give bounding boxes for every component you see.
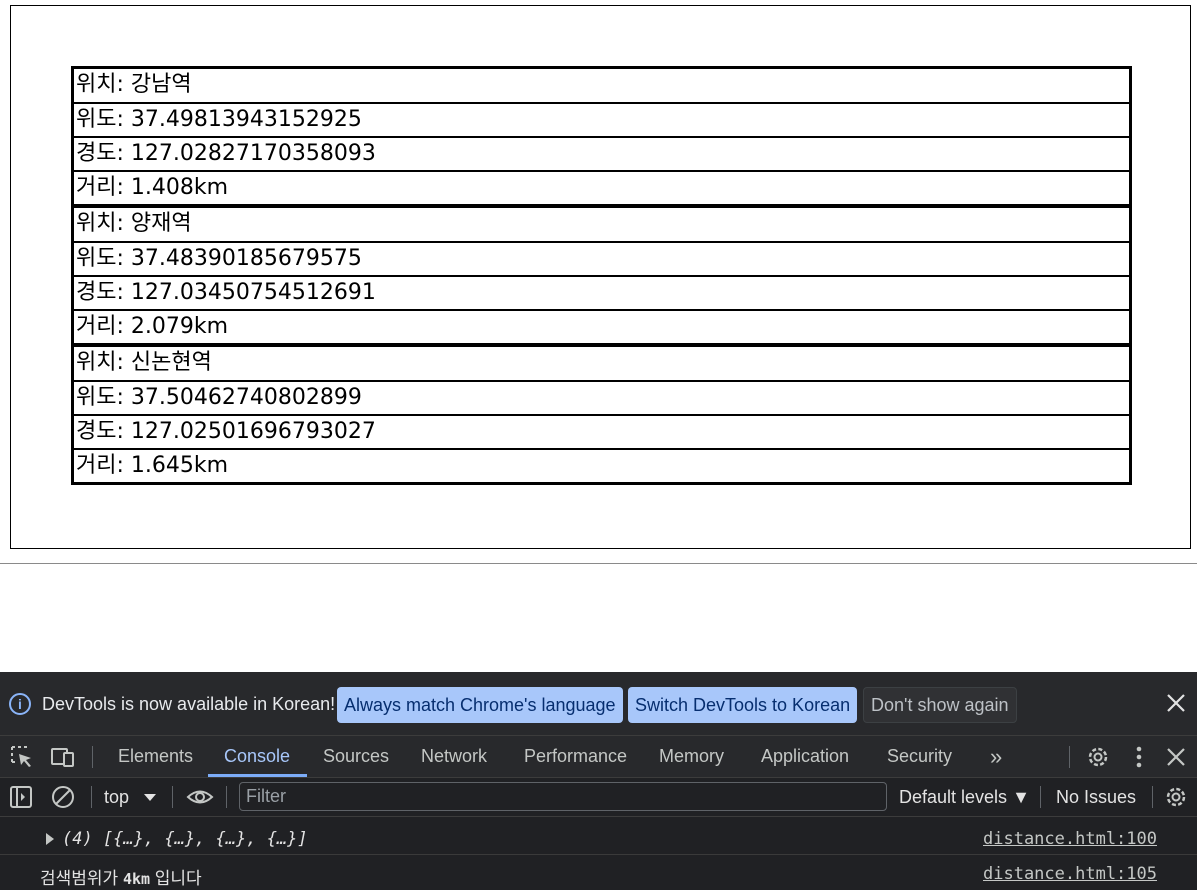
info-icon: i <box>9 693 31 715</box>
station-list: 위치: 강남역 위도: 37.49813943152925 경도: 127.02… <box>71 66 1132 485</box>
log-text-prefix: 검색범위가 <box>40 869 123 888</box>
tabbar-separator <box>92 746 93 768</box>
station-block: 위치: 양재역 위도: 37.48390185679575 경도: 127.03… <box>74 204 1129 343</box>
console-array-preview[interactable]: (4) [{…}, {…}, {…}, {…}] <box>62 829 308 849</box>
device-toggle-icon[interactable] <box>50 744 76 770</box>
toolbar-separator <box>91 786 92 808</box>
source-link[interactable]: distance.html:100 <box>983 829 1157 849</box>
station-longitude: 경도: 127.02501696793027 <box>74 414 1129 448</box>
dropdown-arrow-icon[interactable] <box>141 784 159 810</box>
close-icon[interactable] <box>1163 690 1189 716</box>
tabbar-separator <box>1069 746 1070 768</box>
log-levels-dropdown[interactable]: Default levels ▼ <box>899 787 1030 808</box>
always-match-language-button[interactable]: Always match Chrome's language <box>337 687 623 723</box>
console-message: (4) [{…}, {…}, {…}, {…}] distance.html:1… <box>0 821 1197 855</box>
toolbar-separator <box>226 786 227 808</box>
toolbar-separator <box>172 786 173 808</box>
station-latitude: 위도: 37.48390185679575 <box>74 241 1129 275</box>
station-distance: 거리: 2.079km <box>74 309 1129 343</box>
station-location: 위치: 양재역 <box>76 211 192 236</box>
console-settings-icon[interactable] <box>1163 784 1189 810</box>
active-tab-indicator <box>208 774 307 777</box>
source-link[interactable]: distance.html:105 <box>983 864 1157 884</box>
dont-show-again-button[interactable]: Don't show again <box>863 687 1017 723</box>
station-block: 위치: 강남역 위도: 37.49813943152925 경도: 127.02… <box>74 69 1129 204</box>
switch-to-korean-button[interactable]: Switch DevTools to Korean <box>628 687 858 723</box>
station-block: 위치: 신논현역 위도: 37.50462740802899 경도: 127.0… <box>74 343 1129 482</box>
toolbar-separator <box>1040 786 1041 808</box>
console-message: 검색범위가 4km 입니다 distance.html:105 <box>0 856 1197 890</box>
station-longitude: 경도: 127.02827170358093 <box>74 136 1129 170</box>
toolbar-separator <box>1152 786 1153 808</box>
devtools-resize-divider[interactable] <box>0 563 1197 564</box>
log-text-suffix: 입니다 <box>150 869 202 888</box>
dropdown-arrow-icon: ▼ <box>1012 787 1030 807</box>
tab-console[interactable]: Console <box>224 736 290 777</box>
devtools-panel: i DevTools is now available in Korean! A… <box>0 672 1197 890</box>
issues-counter[interactable]: No Issues <box>1056 787 1136 808</box>
sidebar-toggle-icon[interactable] <box>8 784 34 810</box>
filter-input[interactable] <box>239 782 887 811</box>
more-vert-icon[interactable] <box>1126 744 1152 770</box>
console-log-text: 검색범위가 4km 입니다 <box>40 864 202 889</box>
tab-network[interactable]: Network <box>421 736 487 777</box>
station-distance: 거리: 1.408km <box>74 170 1129 204</box>
station-latitude: 위도: 37.49813943152925 <box>74 102 1129 136</box>
context-selector[interactable]: top <box>104 787 129 808</box>
station-location: 위치: 강남역 <box>76 72 192 97</box>
devtools-tabbar: Elements Console Sources Network Perform… <box>0 736 1197 778</box>
tab-memory[interactable]: Memory <box>659 736 724 777</box>
tab-elements[interactable]: Elements <box>118 736 193 777</box>
station-latitude: 위도: 37.50462740802899 <box>74 380 1129 414</box>
clear-console-icon[interactable] <box>50 784 76 810</box>
tab-security[interactable]: Security <box>887 736 952 777</box>
tab-performance[interactable]: Performance <box>524 736 627 777</box>
eye-icon[interactable] <box>186 784 214 810</box>
tab-sources[interactable]: Sources <box>323 736 389 777</box>
console-toolbar: top Default levels ▼ No Issues <box>0 778 1197 817</box>
log-levels-label: Default levels <box>899 787 1008 807</box>
more-tabs-button[interactable]: » <box>990 736 1002 777</box>
language-infobar: i DevTools is now available in Korean! A… <box>0 672 1197 736</box>
station-longitude: 경도: 127.03450754512691 <box>74 275 1129 309</box>
inspect-icon[interactable] <box>9 744 35 770</box>
settings-icon[interactable] <box>1085 744 1111 770</box>
expand-arrow-icon[interactable] <box>46 833 54 845</box>
close-devtools-icon[interactable] <box>1163 744 1189 770</box>
log-text-bold: 4km <box>122 870 151 888</box>
station-distance: 거리: 1.645km <box>74 448 1129 482</box>
infobar-message: DevTools is now available in Korean! <box>42 694 336 714</box>
station-location: 위치: 신논현역 <box>76 350 212 375</box>
tab-application[interactable]: Application <box>761 736 849 777</box>
